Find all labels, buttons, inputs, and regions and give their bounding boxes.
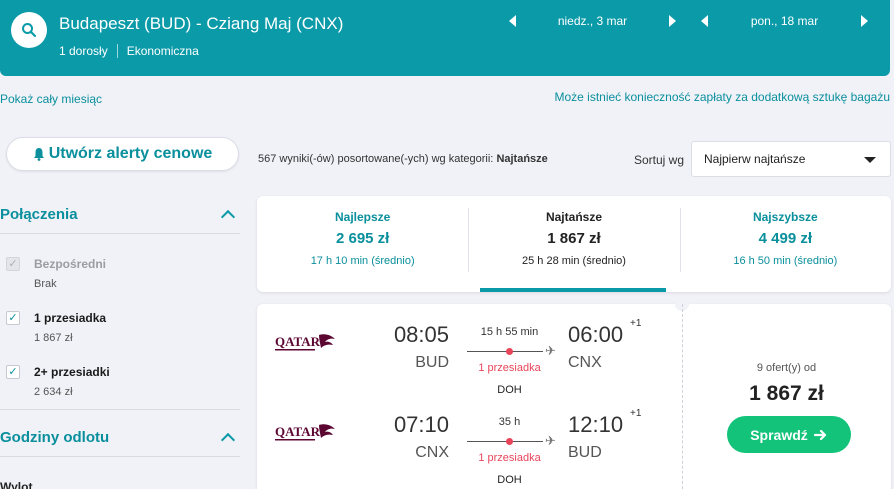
prev-date-icon[interactable] bbox=[509, 15, 516, 27]
divider bbox=[116, 44, 118, 58]
tab-title: Najtańsze bbox=[545, 210, 602, 224]
departure-sub-label: Wylot bbox=[0, 480, 33, 489]
results-sort-category: Najtańsze bbox=[496, 153, 548, 165]
tab-title: Najszybsze bbox=[752, 210, 818, 224]
flight-duration: 15 h 55 min bbox=[480, 326, 539, 338]
tab-duration: 25 h 28 min (średnio) bbox=[522, 255, 626, 267]
create-price-alert-button[interactable]: Utwórz alerty cenowe bbox=[6, 137, 239, 171]
stop-dot bbox=[506, 438, 513, 445]
tab-fastest[interactable]: Najszybsze 4 499 zł 16 h 50 min (średnio… bbox=[679, 196, 891, 292]
sort-label: Sortuj wg bbox=[634, 153, 685, 167]
day-offset: +1 bbox=[630, 408, 642, 419]
select-flight-button[interactable]: Sprawdź bbox=[727, 416, 851, 453]
departure-times-filter-title[interactable]: Godziny odlotu bbox=[0, 429, 109, 446]
departure-airport: CNX bbox=[415, 444, 449, 461]
arrival-airport: CNX bbox=[568, 354, 602, 371]
search-button[interactable] bbox=[11, 12, 47, 48]
route-line bbox=[467, 441, 543, 442]
svg-text:QATAR: QATAR bbox=[275, 424, 321, 439]
tab-price: 2 695 zł bbox=[335, 230, 390, 247]
arrow-right-icon bbox=[813, 429, 826, 440]
outbound-leg: QATAR 08:05 BUD 15 h 55 min ✈ 1 przesiad… bbox=[257, 304, 682, 396]
option-direct-label: Bezpośredni bbox=[34, 257, 107, 271]
bell-icon bbox=[33, 148, 44, 161]
result-price: 1 867 zł bbox=[749, 382, 824, 405]
divider bbox=[0, 233, 240, 234]
return-date-nav: pon., 18 mar bbox=[701, 14, 868, 28]
chevron-up-icon[interactable] bbox=[220, 209, 236, 225]
route-title[interactable]: Budapeszt (BUD) - Cziang Maj (CNX) bbox=[59, 14, 343, 34]
chevron-down-icon bbox=[864, 157, 876, 163]
outbound-date[interactable]: niedz., 3 mar bbox=[516, 14, 669, 28]
baggage-notice-link[interactable]: Może istnieć konieczność zapłaty za doda… bbox=[554, 90, 890, 104]
cabin-class: Ekonomiczna bbox=[126, 44, 199, 58]
arrival-airport: BUD bbox=[568, 444, 602, 461]
tab-best[interactable]: Najlepsze 2 695 zł 17 h 10 min (średnio) bbox=[257, 196, 468, 292]
show-month-link[interactable]: Pokaż cały miesiąc bbox=[0, 92, 102, 106]
sort-dropdown-value: Najpierw najtańsze bbox=[704, 152, 806, 166]
tab-duration: 16 h 50 min (średnio) bbox=[733, 255, 838, 267]
qatar-airways-logo: QATAR bbox=[275, 334, 335, 351]
plane-icon: ✈ bbox=[545, 343, 556, 358]
search-header: Budapeszt (BUD) - Cziang Maj (CNX) 1 dor… bbox=[0, 0, 890, 76]
option-two-plus-price: 2 634 zł bbox=[34, 386, 73, 398]
tab-price: 1 867 zł bbox=[547, 230, 601, 247]
outbound-date-nav: niedz., 3 mar bbox=[509, 14, 676, 28]
alert-button-label: Utwórz alerty cenowe bbox=[48, 145, 213, 162]
tab-cheapest[interactable]: Najtańsze 1 867 zł 25 h 28 min (średnio) bbox=[468, 196, 679, 292]
svg-text:QATAR: QATAR bbox=[275, 334, 321, 349]
route-line bbox=[467, 351, 543, 352]
plane-icon: ✈ bbox=[545, 433, 556, 448]
arrival-time: 06:00 bbox=[568, 322, 624, 347]
day-offset: +1 bbox=[630, 318, 642, 329]
stopover-airport: DOH bbox=[497, 474, 522, 486]
chevron-up-icon[interactable] bbox=[220, 432, 236, 448]
next-date-icon[interactable] bbox=[861, 15, 868, 27]
select-button-label: Sprawdź bbox=[750, 426, 808, 443]
checkbox-one-stop[interactable]: ✓ bbox=[6, 311, 20, 325]
divider bbox=[0, 456, 240, 457]
checkbox-two-plus-stops[interactable]: ✓ bbox=[6, 365, 20, 379]
stop-dot bbox=[506, 348, 513, 355]
tab-title: Najlepsze bbox=[334, 210, 391, 224]
option-one-stop-label[interactable]: 1 przesiadka bbox=[34, 311, 106, 325]
results-count-text: 567 wyniki(-ów) posortowane(-ych) wg kat… bbox=[258, 153, 494, 165]
option-two-plus-label[interactable]: 2+ przesiadki bbox=[34, 365, 110, 379]
stop-count: 1 przesiadka bbox=[478, 452, 541, 464]
divider bbox=[0, 409, 240, 410]
stop-count: 1 przesiadka bbox=[478, 362, 541, 374]
prev-date-icon[interactable] bbox=[701, 15, 708, 27]
trip-details[interactable]: 1 dorosły Ekonomiczna bbox=[59, 44, 199, 58]
results-count: 567 wyniki(-ów) posortowane(-ych) wg kat… bbox=[258, 153, 548, 165]
arrival-time: 12:10 bbox=[568, 412, 624, 437]
tab-price: 4 499 zł bbox=[758, 230, 812, 247]
sort-dropdown[interactable]: Najpierw najtańsze bbox=[691, 141, 891, 177]
next-date-icon[interactable] bbox=[669, 15, 676, 27]
return-leg: QATAR 07:10 CNX 35 h ✈ 1 przesiadka DOH … bbox=[257, 394, 682, 486]
departure-time: 07:10 bbox=[393, 412, 449, 437]
offer-count: 9 ofert(y) od bbox=[756, 362, 817, 374]
passenger-count: 1 dorosły bbox=[59, 44, 108, 58]
departure-airport: BUD bbox=[415, 354, 449, 371]
search-icon bbox=[22, 23, 37, 38]
departure-time: 08:05 bbox=[393, 322, 449, 347]
return-date[interactable]: pon., 18 mar bbox=[708, 14, 861, 28]
flight-duration: 35 h bbox=[498, 416, 521, 428]
checkbox-direct: ✓ bbox=[6, 257, 20, 271]
qatar-airways-logo: QATAR bbox=[275, 424, 335, 441]
flight-result-card[interactable]: QATAR 08:05 BUD 15 h 55 min ✈ 1 przesiad… bbox=[257, 297, 891, 489]
sort-tabs: Najlepsze 2 695 zł 17 h 10 min (średnio)… bbox=[257, 196, 891, 292]
connections-filter-title[interactable]: Połączenia bbox=[0, 206, 78, 223]
tab-duration: 17 h 10 min (średnio) bbox=[310, 255, 415, 267]
option-direct-price: Brak bbox=[34, 278, 57, 290]
option-one-stop-price: 1 867 zł bbox=[34, 332, 73, 344]
